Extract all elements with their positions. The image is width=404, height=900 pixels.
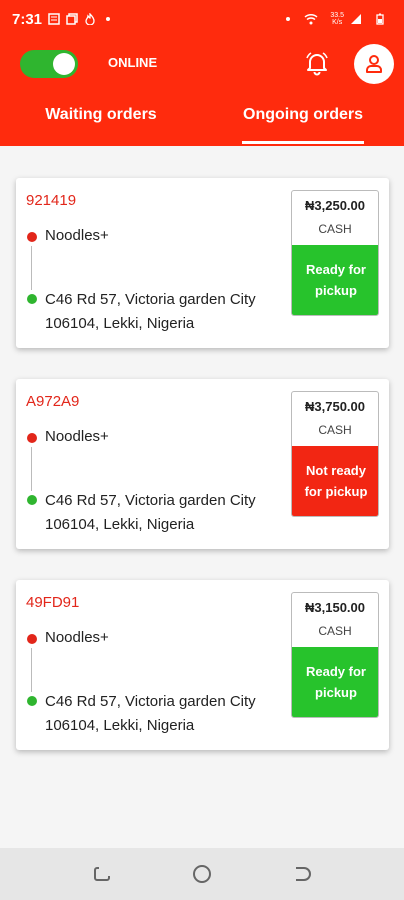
payment-box: ₦3,150.00 CASH Ready for pickup (291, 592, 379, 718)
flame-icon (85, 13, 95, 25)
pickup-dot (27, 232, 37, 242)
route-line (31, 447, 32, 491)
route-line (31, 246, 32, 290)
dot-icon (106, 17, 111, 21)
order-card[interactable]: A972A9 Noodles+ C46 Rd 57, Victoria gard… (16, 379, 389, 549)
recent-apps-icon[interactable] (90, 862, 114, 886)
dot-icon (286, 17, 291, 21)
order-code: 921419 (26, 192, 77, 209)
order-card[interactable]: 921419 Noodles+ C46 Rd 57, Victoria gard… (16, 178, 389, 348)
speed-value: 33.5 (330, 12, 344, 19)
user-icon (366, 55, 382, 73)
speed-unit: K/s (332, 19, 343, 26)
pickup-status-badge[interactable]: Not ready for pickup (292, 446, 378, 516)
order-price: ₦3,150.00 (305, 600, 365, 615)
payment-method: CASH (318, 624, 352, 638)
pickup-status-badge[interactable]: Ready for pickup (292, 647, 378, 717)
order-item: Noodles+ (45, 629, 109, 646)
pickup-status-badge[interactable]: Ready for pickup (292, 245, 378, 315)
bell-icon[interactable] (304, 50, 330, 76)
online-label: ONLINE (108, 55, 158, 70)
payment-method: CASH (318, 423, 352, 437)
order-item: Noodles+ (45, 227, 109, 244)
online-toggle[interactable] (20, 50, 78, 78)
order-item: Noodles+ (45, 428, 109, 445)
route-line (31, 648, 32, 692)
dropoff-dot (27, 495, 37, 505)
payment-method: CASH (318, 222, 352, 236)
delivery-address: C46 Rd 57, Victoria garden City 106104, … (45, 492, 256, 533)
order-price: ₦3,250.00 (305, 198, 365, 213)
wifi-icon (304, 13, 318, 25)
copy-icon (66, 13, 78, 25)
system-nav-bar (0, 848, 404, 900)
dropoff-dot (27, 696, 37, 706)
pickup-dot (27, 634, 37, 644)
home-icon[interactable] (190, 862, 214, 886)
payment-box: ₦3,750.00 CASH Not ready for pickup (291, 391, 379, 517)
toggle-knob (53, 53, 75, 75)
clock: 7:31 (12, 10, 43, 28)
app-header: ONLINE Waiting orders Ongoing orders (0, 38, 404, 146)
order-price: ₦3,750.00 (305, 399, 365, 414)
status-bar: 7:31 33.5 K/s (0, 0, 404, 38)
dropoff-dot (27, 294, 37, 304)
signal-icon (351, 14, 361, 24)
order-code: 49FD91 (26, 594, 80, 611)
message-icon (48, 13, 60, 25)
tab-ongoing-orders[interactable]: Ongoing orders (202, 100, 404, 146)
order-code: A972A9 (26, 393, 80, 410)
tab-waiting-orders[interactable]: Waiting orders (0, 100, 202, 146)
order-tabs: Waiting orders Ongoing orders (0, 100, 404, 146)
battery-icon (376, 13, 384, 25)
delivery-address: C46 Rd 57, Victoria garden City 106104, … (45, 693, 256, 734)
order-card[interactable]: 49FD91 Noodles+ C46 Rd 57, Victoria gard… (16, 580, 389, 750)
payment-box: ₦3,250.00 CASH Ready for pickup (291, 190, 379, 316)
network-speed: 33.5 K/s (330, 12, 344, 26)
back-icon[interactable] (290, 862, 314, 886)
profile-button[interactable] (354, 44, 394, 84)
delivery-address: C46 Rd 57, Victoria garden City 106104, … (45, 291, 256, 332)
pickup-dot (27, 433, 37, 443)
